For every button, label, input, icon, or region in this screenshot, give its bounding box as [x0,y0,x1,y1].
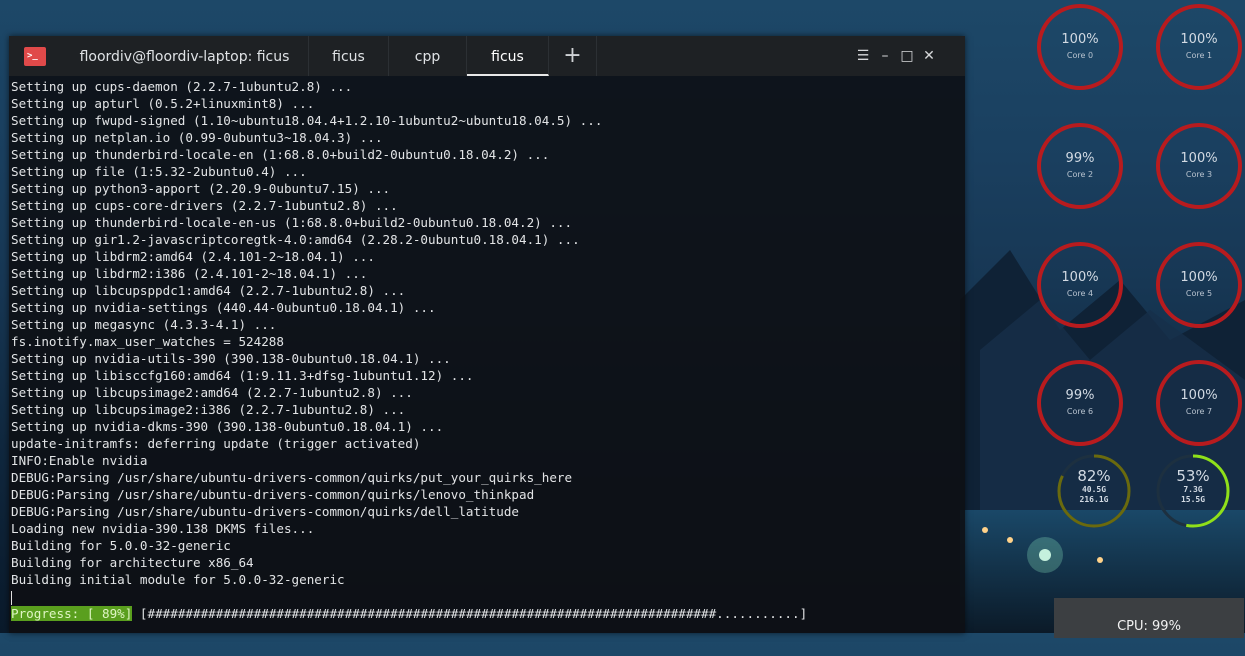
core-monitor-1: 100% Core 1 [1156,4,1242,90]
core-label: Core 3 [1185,170,1213,179]
terminal-line: Setting up libdrm2:i386 (2.4.101-2~18.04… [11,266,368,281]
progress-line: Progress: [ 89%] [######################… [11,605,965,622]
tab-ficus[interactable]: ficus [309,36,389,76]
terminal-line: Setting up cups-daemon (2.2.7-1ubuntu2.8… [11,79,353,94]
terminal-line: fs.inotify.max_user_watches = 524288 [11,334,284,349]
terminal-line: DEBUG:Parsing /usr/share/ubuntu-drivers-… [11,487,535,502]
core-label: Core 2 [1066,170,1094,179]
terminal-output[interactable]: Setting up cups-daemon (2.2.7-1ubuntu2.8… [11,78,965,633]
terminal-line: Setting up apturl (0.5.2+linuxmint8) ... [11,96,315,111]
core-label: Core 1 [1185,51,1213,60]
core-monitor-0: 100% Core 0 [1037,4,1123,90]
core-percent: 99% [1065,151,1095,166]
terminal-line: Setting up fwupd-signed (1.10~ubuntu18.0… [11,113,603,128]
new-tab-button[interactable]: + [549,36,597,76]
terminal-line: INFO:Enable nvidia [11,453,148,468]
terminal-line: Building for architecture x86_64 [11,555,254,570]
terminal-line: Building initial module for 5.0.0-32-gen… [11,572,345,587]
minimize-button[interactable]: – [873,36,897,76]
core-monitor-4: 100% Core 4 [1037,242,1123,328]
cpu-status-label: CPU: 99% [1117,619,1181,634]
terminal-line: update-initramfs: deferring update (trig… [11,436,421,451]
core-label: Core 0 [1066,51,1094,60]
memory-usage-text: 53% 7.3G 15.5G [1155,453,1231,505]
terminal-line: Setting up file (1:5.32-2ubuntu0.4) ... [11,164,307,179]
terminal-line: Setting up nvidia-dkms-390 (390.138-0ubu… [11,419,444,434]
terminal-app-icon[interactable]: >_ [24,47,46,66]
maximize-button[interactable]: □ [895,36,919,76]
terminal-line: Setting up thunderbird-locale-en-us (1:6… [11,215,573,230]
core-monitor-3: 100% Core 3 [1156,123,1242,209]
terminal-line: Building for 5.0.0-32-generic [11,538,231,553]
memory-total: 15.5G [1180,495,1206,504]
disk-usage-text: 82% 40.5G 216.1G [1056,453,1132,505]
terminal-line: Setting up libcupsppdc1:amd64 (2.2.7-1ub… [11,283,406,298]
terminal-line: Setting up libdrm2:amd64 (2.4.101-2~18.0… [11,249,375,264]
core-monitor-2: 99% Core 2 [1037,123,1123,209]
disk-percent: 82% [1077,467,1111,485]
core-percent: 100% [1180,388,1218,403]
core-label: Core 7 [1185,407,1213,416]
core-label: Core 6 [1066,407,1094,416]
terminal-window: >_ floordiv@floordiv-laptop: ficus ficus… [9,36,965,633]
terminal-line: Setting up libcupsimage2:amd64 (2.2.7-1u… [11,385,413,400]
terminal-line: Setting up netplan.io (0.99-0ubuntu3~18.… [11,130,383,145]
cursor-line [11,588,965,605]
terminal-line: Setting up libisccfg160:amd64 (1:9.11.3+… [11,368,474,383]
terminal-line: Setting up libcupsimage2:i386 (2.2.7-1ub… [11,402,406,417]
progress-bar-text: [#######################################… [139,606,808,621]
terminal-line: Setting up cups-core-drivers (2.2.7-1ubu… [11,198,398,213]
core-percent: 99% [1065,388,1095,403]
close-button[interactable]: ✕ [917,36,941,76]
disk-total: 216.1G [1079,495,1109,504]
tab-ficus-active[interactable]: ficus [467,36,549,76]
disk-used: 40.5G [1081,485,1107,494]
terminal-line: Setting up gir1.2-javascriptcoregtk-4.0:… [11,232,580,247]
terminal-line: Setting up megasync (4.3.3-4.1) ... [11,317,277,332]
progress-label: Progress: [ 89%] [11,606,133,621]
terminal-line: Setting up nvidia-utils-390 (390.138-0ub… [11,351,451,366]
terminal-line: Loading new nvidia-390.138 DKMS files... [11,521,315,536]
terminal-line: Setting up thunderbird-locale-en (1:68.8… [11,147,550,162]
core-percent: 100% [1180,151,1218,166]
terminal-line: Setting up python3-apport (2.20.9-0ubunt… [11,181,391,196]
core-monitor-7: 100% Core 7 [1156,360,1242,446]
core-percent: 100% [1180,32,1218,47]
terminal-line: DEBUG:Parsing /usr/share/ubuntu-drivers-… [11,470,573,485]
core-percent: 100% [1180,270,1218,285]
tab-floordiv-laptop[interactable]: floordiv@floordiv-laptop: ficus [61,36,309,76]
core-label: Core 5 [1185,289,1213,298]
terminal-line: Setting up nvidia-settings (440.44-0ubun… [11,300,436,315]
memory-percent: 53% [1176,467,1210,485]
core-monitor-5: 100% Core 5 [1156,242,1242,328]
tab-bar: >_ floordiv@floordiv-laptop: ficus ficus… [9,36,965,76]
core-percent: 100% [1061,270,1099,285]
terminal-line: DEBUG:Parsing /usr/share/ubuntu-drivers-… [11,504,519,519]
cpu-status-panel: CPU: 99% [1054,598,1244,638]
core-monitor-6: 99% Core 6 [1037,360,1123,446]
menu-icon[interactable]: ☰ [851,36,875,76]
core-label: Core 4 [1066,289,1094,298]
memory-used: 7.3G [1183,485,1203,494]
tab-cpp[interactable]: cpp [389,36,467,76]
text-cursor [11,590,12,605]
core-percent: 100% [1061,32,1099,47]
